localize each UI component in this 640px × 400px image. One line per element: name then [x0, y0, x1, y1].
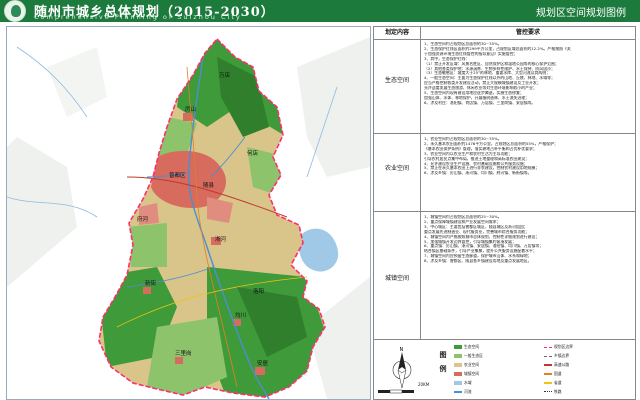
place-label: 均川: [235, 311, 246, 319]
header-bar: 随州市城乡总体规划（2015-2030） Comprehensive Plann…: [0, 0, 640, 22]
page-subtitle: Comprehensive Planning of Suizhou City: [34, 13, 242, 21]
control-table: 划定内容 管控要求 生态空间 1、生态空间约占规划区总面积的30~35%。 2、…: [374, 27, 635, 339]
zone-ecology-label: 生态空间: [384, 77, 409, 84]
legend-swatch: [454, 381, 462, 385]
table-row-divider: [374, 211, 635, 212]
place-label: 淅河: [215, 235, 227, 243]
place-label: 新街: [145, 279, 157, 287]
zone-urban-label: 城镇空间: [384, 275, 409, 282]
zone-urban-requirements: 1、城镇空间约占规划区总面积的25~30%。 2、重点保障城镇建设和产业发展空间…: [424, 215, 544, 264]
zone-agriculture-requirements: 1、农业空间约占规划区总面积的30~35%。 2、永久基本农田面积约1476平方…: [424, 137, 558, 176]
scale-label: 20KM: [418, 382, 430, 387]
legend-items: 生态空间 一般生态区 农业空间 城镇空间 水域 河流 规划区边界 乡镇边界 高速…: [454, 344, 632, 398]
legend-swatch: [454, 372, 462, 376]
legend-panel: 划定内容 管控要求 生态空间 1、生态空间约占规划区总面积的30~35%。 2、…: [373, 26, 636, 400]
planning-map[interactable]: 曾都区 随县 淅河 厉山 万店 何店 洛阳 府河 新街 均川 安居 三里岗: [7, 27, 370, 399]
map-frame: 曾都区 随县 淅河 厉山 万店 何店 洛阳 府河 新街 均川 安居 三里岗: [6, 26, 371, 400]
legend-swatch: [454, 354, 462, 358]
place-label: 洛阳: [253, 287, 264, 295]
north-label: N: [400, 347, 404, 353]
place-label: 万店: [219, 71, 231, 79]
place-label: 何店: [247, 149, 259, 157]
legend-swatch: [544, 373, 552, 375]
legend-swatch: [544, 364, 552, 366]
place-label: 厉山: [185, 105, 196, 113]
legend-swatch: [544, 391, 552, 392]
map-section-title: 规划区空间规划图例: [536, 8, 626, 19]
legend-swatch: [454, 363, 462, 367]
table-divider: [420, 27, 421, 339]
place-label: 府河: [137, 215, 149, 223]
place-label: 随县: [203, 181, 215, 189]
scale-bar: [378, 389, 414, 394]
map-legend: N 20KM 图例 生态空间 一般生态区 农业空间 城镇空间 水域 河流 规划区…: [374, 339, 635, 400]
table-header-zone: 划定内容: [374, 27, 421, 40]
place-label: 安居: [257, 359, 269, 367]
place-label: 曾都区: [169, 171, 186, 179]
legend-swatch: [544, 347, 552, 348]
north-arrow-icon: N: [392, 347, 412, 389]
table-header-requirements: 管控要求: [421, 27, 635, 40]
legend-swatch: [544, 382, 552, 384]
legend-swatch: [544, 356, 552, 357]
legend-title: 图例: [439, 351, 447, 373]
legend-swatch: [454, 345, 462, 349]
legend-swatch: [454, 391, 462, 393]
zone-agriculture-label: 农业空间: [384, 165, 409, 172]
place-label: 三里岗: [175, 350, 192, 357]
table-row-divider: [374, 133, 635, 134]
city-logo-icon: [4, 0, 26, 22]
zone-ecology-requirements: 1、生态空间约占规划区总面积的30~35%。 2、生态保护红线区面积约299平方…: [424, 42, 571, 105]
